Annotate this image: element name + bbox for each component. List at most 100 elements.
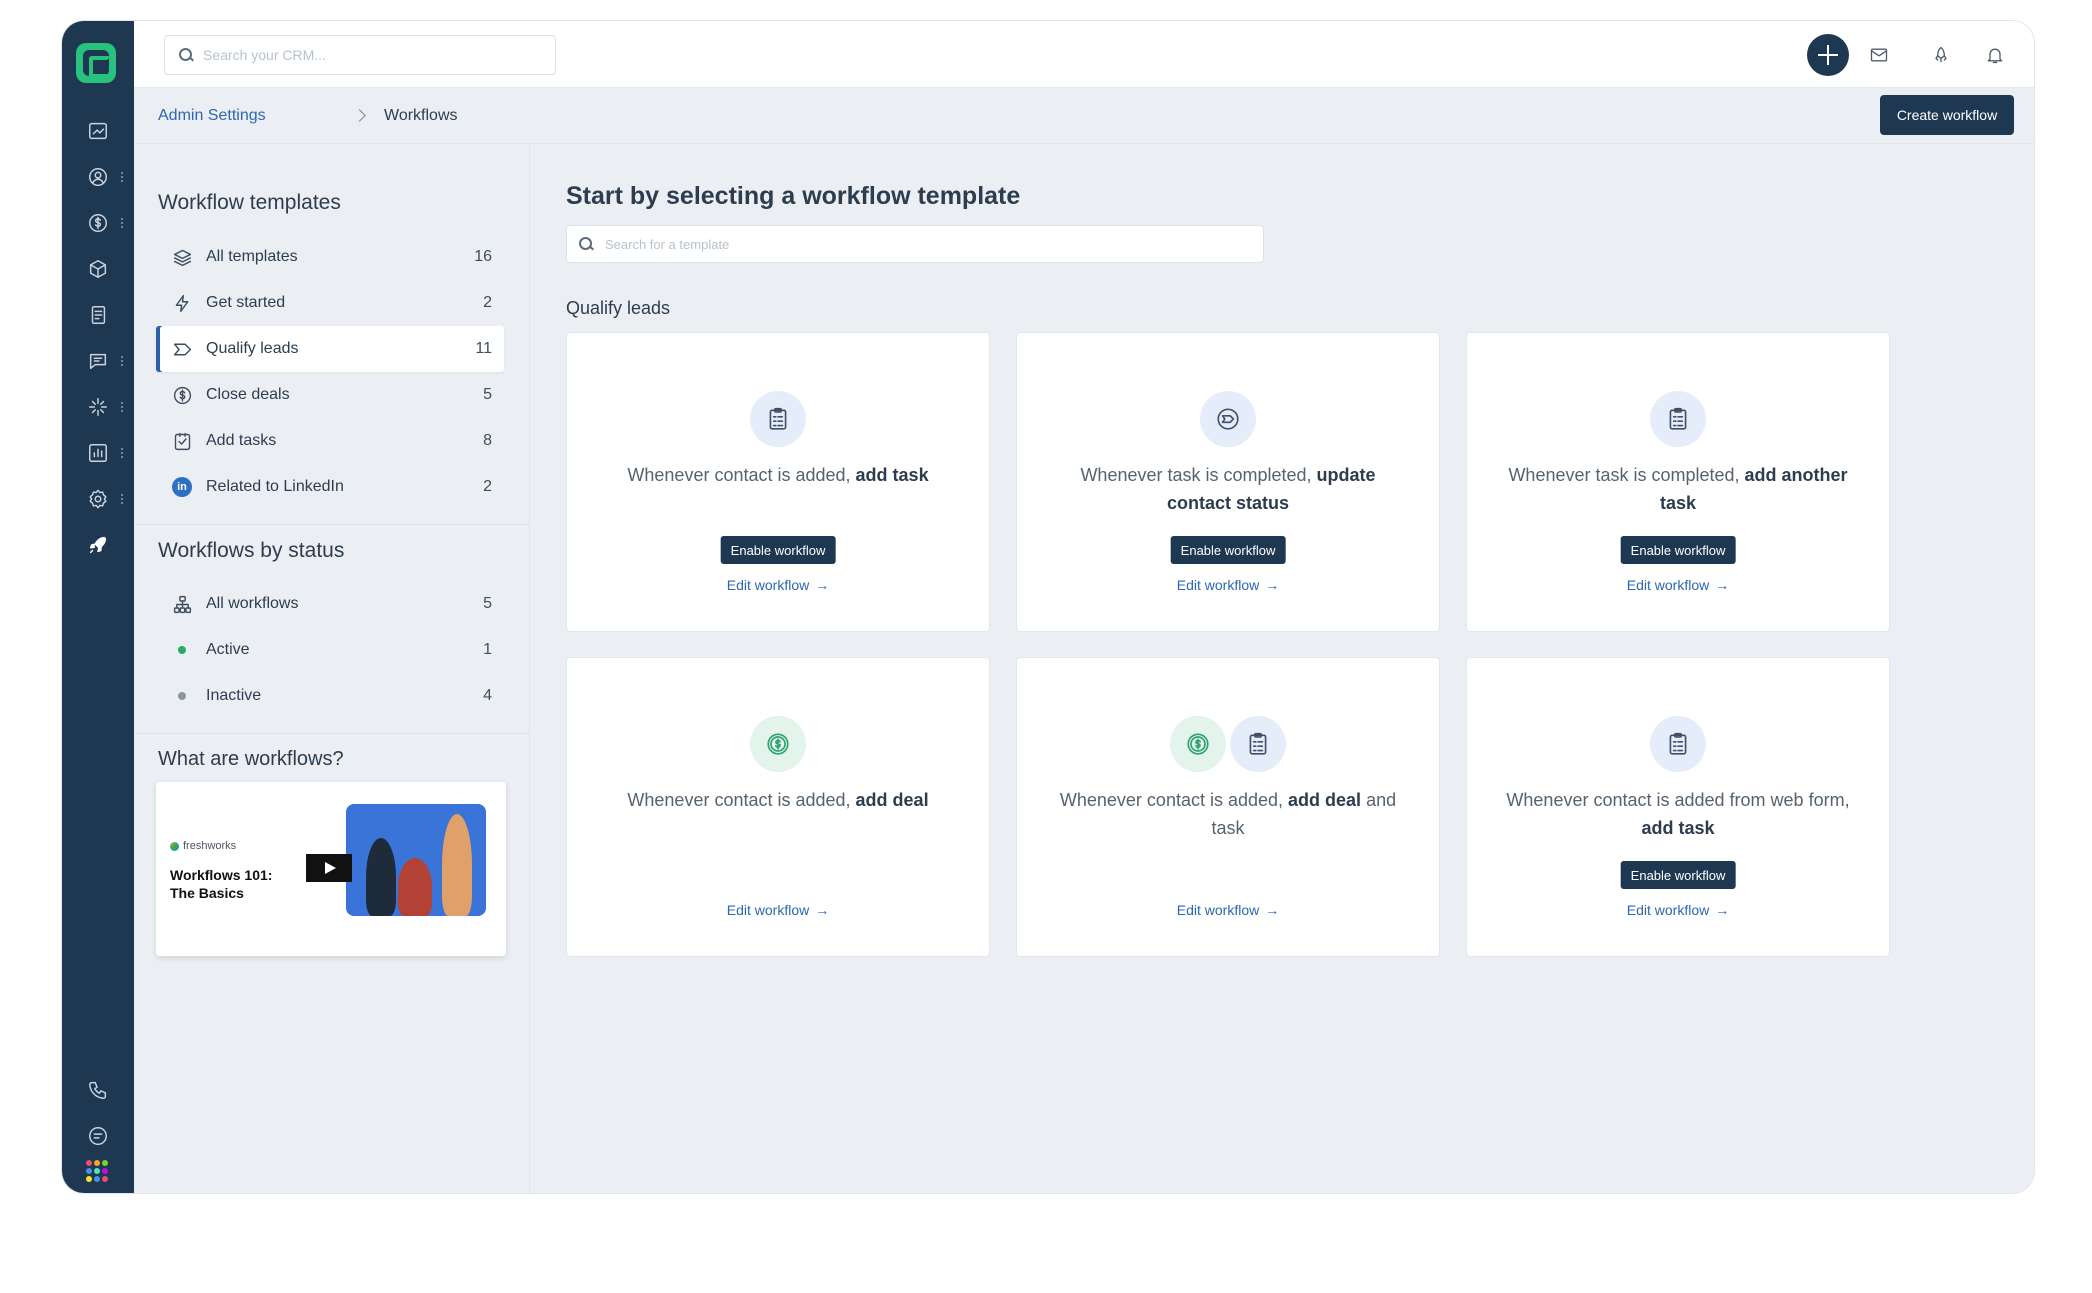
conversations-icon[interactable] — [84, 347, 112, 375]
edit-workflow-link[interactable]: Edit workflow → — [567, 577, 989, 593]
video-headline: Workflows 101: The Basics — [170, 867, 273, 901]
arrow-right-icon: → — [815, 577, 830, 593]
freshworks-logo-icon — [170, 841, 179, 851]
panel-divider — [134, 524, 530, 525]
template-search-input[interactable] — [605, 236, 1245, 252]
create-workflow-button[interactable]: Create workflow — [1880, 95, 2014, 135]
workflow-filter-panel: Workflow templates All templates 16 Get … — [134, 144, 530, 1193]
layers-icon — [170, 245, 194, 269]
clipboard-icon — [1650, 391, 1706, 447]
search-icon — [179, 48, 193, 62]
edit-workflow-link[interactable]: Edit workflow → — [567, 902, 989, 918]
arrow-right-icon: → — [1715, 577, 1730, 593]
play-video-button[interactable] — [306, 854, 352, 882]
template-card[interactable]: Whenever task is completed, add another … — [1466, 332, 1890, 632]
phone-icon[interactable] — [84, 1076, 112, 1104]
linkedin-icon: in — [170, 475, 194, 499]
edit-workflow-link[interactable]: Edit workflow → — [1467, 577, 1889, 593]
left-rail — [62, 21, 134, 1193]
conversations-more-icon[interactable] — [120, 354, 124, 368]
template-card[interactable]: Whenever contact is added, add deal and … — [1016, 657, 1440, 957]
settings-more-icon[interactable] — [120, 492, 124, 506]
template-filter-close-deals[interactable]: Close deals 5 — [156, 372, 504, 418]
global-search[interactable] — [164, 35, 556, 75]
status-filter-active[interactable]: Active 1 — [156, 627, 504, 673]
template-card[interactable]: Whenever contact is added from web form,… — [1466, 657, 1890, 957]
status-section-title: Workflows by status — [158, 539, 345, 562]
workflows-video-card[interactable]: freshworks Workflows 101: The Basics — [156, 782, 506, 956]
freshsales-logo[interactable] — [76, 43, 116, 83]
template-group-title: Qualify leads — [566, 298, 671, 318]
status-filter-inactive[interactable]: Inactive 4 — [156, 673, 504, 719]
marketing-sparkle-icon[interactable] — [84, 393, 112, 421]
chevron-right-icon — [353, 109, 366, 122]
funnel-arrow-icon — [170, 337, 194, 361]
template-search[interactable] — [566, 225, 1264, 263]
page-title: Start by selecting a workflow template — [566, 182, 1021, 210]
template-filter-get-started[interactable]: Get started 2 — [156, 280, 504, 326]
apps-grid-icon[interactable] — [86, 1160, 108, 1182]
active-status-dot — [178, 646, 186, 654]
enable-workflow-button[interactable]: Enable workflow — [1620, 861, 1736, 889]
video-section-title: What are workflows? — [158, 748, 344, 770]
marketing-more-icon[interactable] — [120, 400, 124, 414]
reports-more-icon[interactable] — [120, 446, 124, 460]
enable-workflow-button[interactable]: Enable workflow — [1170, 536, 1286, 564]
settings-gear-icon[interactable] — [84, 485, 112, 513]
templates-section-title: Workflow templates — [158, 191, 341, 214]
arrow-right-icon: → — [815, 902, 830, 918]
dollar-icon — [170, 383, 194, 407]
products-cube-icon[interactable] — [84, 255, 112, 283]
template-filter-linkedin[interactable]: in Related to LinkedIn 2 — [156, 464, 504, 510]
edit-workflow-link[interactable]: Edit workflow → — [1467, 902, 1889, 918]
chat-icon[interactable] — [84, 1122, 112, 1150]
reports-icon[interactable] — [84, 439, 112, 467]
task-check-icon — [170, 429, 194, 453]
dollar-coin-icon — [1170, 716, 1226, 772]
breadcrumb-admin-settings-link[interactable]: Admin Settings — [158, 107, 266, 125]
arrow-right-icon: → — [1265, 902, 1280, 918]
template-card[interactable]: Whenever contact is added, add task Enab… — [566, 332, 990, 632]
panel-divider — [134, 733, 530, 734]
arrow-right-icon: → — [1715, 902, 1730, 918]
deals-more-icon[interactable] — [120, 216, 124, 230]
contacts-icon[interactable] — [84, 163, 112, 191]
status-arrow-icon — [1200, 391, 1256, 447]
hierarchy-icon — [170, 592, 194, 616]
crm-app: S Admin Settings Workflows Create workfl… — [62, 21, 2034, 1193]
contacts-more-icon[interactable] — [120, 170, 124, 184]
template-filter-add-tasks[interactable]: Add tasks 8 — [156, 418, 504, 464]
bell-icon[interactable] — [1983, 43, 2007, 67]
arrow-right-icon: → — [1265, 577, 1280, 593]
workflow-templates-main: Start by selecting a workflow template Q… — [530, 144, 2034, 1193]
dollar-coin-icon — [750, 716, 806, 772]
mail-icon[interactable] — [1867, 43, 1891, 67]
breadcrumb: Admin Settings Workflows Create workflow — [134, 88, 2034, 144]
search-icon — [579, 237, 593, 251]
enable-workflow-button[interactable]: Enable workflow — [720, 536, 836, 564]
freshworks-brand: freshworks — [170, 840, 236, 852]
template-filter-all-templates[interactable]: All templates 16 — [156, 234, 504, 280]
template-card[interactable]: Whenever task is completed, update conta… — [1016, 332, 1440, 632]
deals-icon[interactable] — [84, 209, 112, 237]
lightning-icon — [170, 291, 194, 315]
clipboard-icon — [1650, 716, 1706, 772]
template-card[interactable]: Whenever contact is added, add deal Edit… — [566, 657, 990, 957]
status-filter-all-workflows[interactable]: All workflows 5 — [156, 581, 504, 627]
inactive-status-dot — [178, 692, 186, 700]
clipboard-icon — [750, 391, 806, 447]
clipboard-icon — [1230, 716, 1286, 772]
video-thumbnail-image — [346, 804, 486, 916]
quick-add-button[interactable] — [1807, 34, 1849, 76]
edit-workflow-link[interactable]: Edit workflow → — [1017, 902, 1439, 918]
top-bar: S — [134, 21, 2034, 88]
rocket-outline-icon[interactable] — [1929, 43, 1953, 67]
global-search-input[interactable] — [203, 47, 543, 63]
template-filter-qualify-leads[interactable]: Qualify leads 11 — [156, 326, 504, 372]
enable-workflow-button[interactable]: Enable workflow — [1620, 536, 1736, 564]
breadcrumb-current: Workflows — [384, 107, 458, 124]
dashboard-icon[interactable] — [84, 117, 112, 145]
rocket-icon[interactable] — [84, 531, 112, 559]
documents-icon[interactable] — [84, 301, 112, 329]
edit-workflow-link[interactable]: Edit workflow → — [1017, 577, 1439, 593]
